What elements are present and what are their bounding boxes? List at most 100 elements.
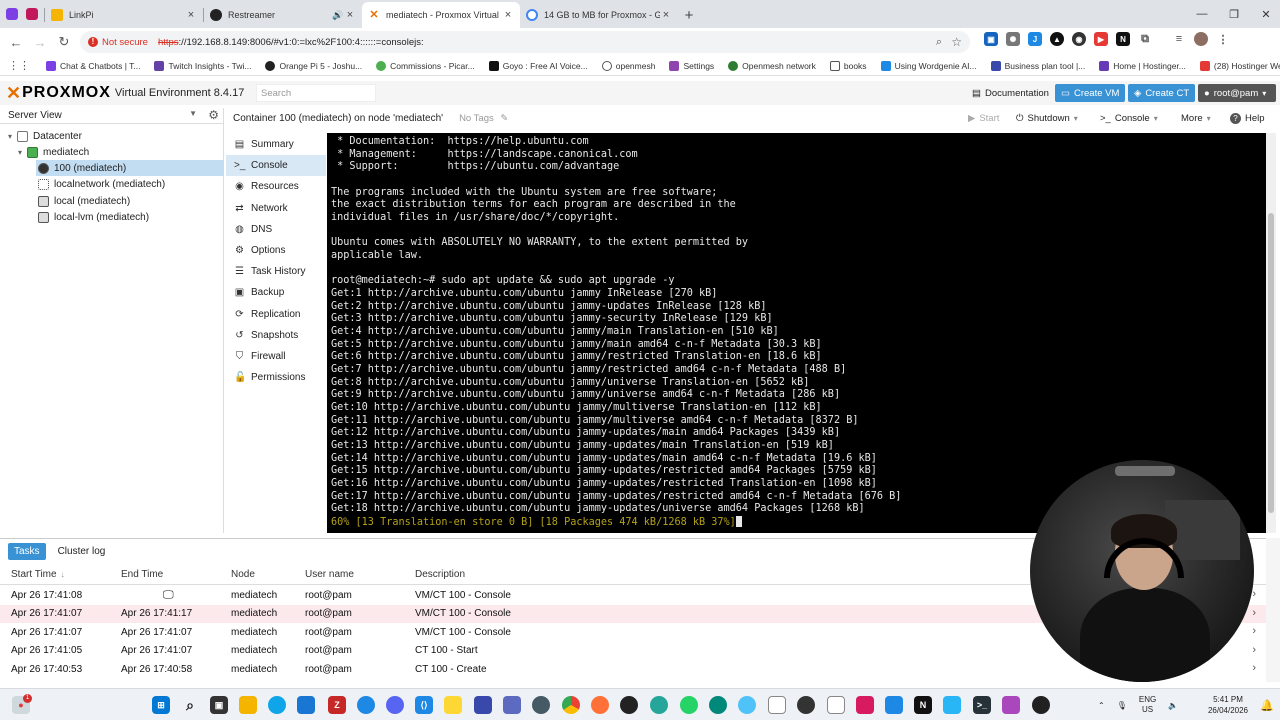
store-icon[interactable] [297, 696, 315, 714]
column-start-time[interactable]: Start Time ↓ [11, 565, 65, 584]
chevron-up-icon[interactable]: ⌃ [1098, 701, 1105, 710]
close-window-icon[interactable]: ✕ [1250, 0, 1280, 28]
terminal-app-icon[interactable]: >_ [973, 696, 991, 714]
help-button[interactable]: ? Help [1230, 110, 1265, 126]
new-tab-button[interactable]: + [678, 2, 700, 28]
bookmark-item[interactable]: Home | Hostinger... [1099, 60, 1186, 71]
extension-icon[interactable] [6, 8, 18, 20]
menu-item-firewall[interactable]: ⛉ Firewall [226, 346, 326, 367]
create-vm-button[interactable]: ▭ Create VM [1055, 84, 1126, 102]
server-view-selector[interactable]: Server View ▼ ⚙ [0, 108, 223, 124]
user-menu-button[interactable]: ● root@pam ▾ [1198, 84, 1276, 102]
app-icon[interactable] [1002, 696, 1020, 714]
browser-tab[interactable]: Restreamer 🔊 × [204, 2, 362, 28]
firefox-icon[interactable] [591, 696, 609, 714]
speaker-icon[interactable]: 🔊 [332, 10, 344, 21]
extension-icon[interactable]: N [1116, 32, 1130, 46]
chevron-right-icon[interactable]: › [1252, 644, 1256, 656]
volume-icon[interactable]: 🔈 [1168, 701, 1178, 710]
clock[interactable]: 5:41 PM 26/04/2026 [1206, 694, 1250, 716]
minimize-icon[interactable]: — [1186, 0, 1218, 28]
puzzle-icon[interactable]: ⧉ [1138, 32, 1152, 46]
close-tab-icon[interactable]: × [660, 9, 672, 21]
back-icon[interactable]: ← [4, 30, 28, 54]
bookmark-item[interactable]: Settings [669, 60, 714, 71]
tasks-scrollbar[interactable] [1266, 538, 1280, 682]
app-icon[interactable] [856, 696, 874, 714]
chevron-right-icon[interactable]: › [1252, 625, 1256, 637]
column-node[interactable]: Node [231, 565, 255, 584]
menu-item-network[interactable]: ⇄ Network [226, 198, 326, 219]
app-icon[interactable] [768, 696, 786, 714]
bookmark-item[interactable]: Orange Pi 5 - Joshu... [265, 60, 362, 71]
tab-cluster-log[interactable]: Cluster log [52, 543, 112, 560]
app-icon[interactable] [1032, 696, 1050, 714]
column-end-time[interactable]: End Time [121, 565, 163, 584]
bookmark-item[interactable]: Openmesh network [728, 60, 816, 71]
whatsapp-icon[interactable] [680, 696, 698, 714]
terminal-scrollbar[interactable] [1266, 133, 1276, 533]
search-input[interactable]: Search [256, 84, 376, 102]
column-description[interactable]: Description [415, 565, 465, 584]
notifications-icon[interactable]: 🔔 [1260, 689, 1274, 720]
tree-node-local[interactable]: local (mediatech) [38, 193, 130, 209]
forward-icon[interactable]: → [28, 30, 52, 54]
bookmark-item[interactable]: Business plan tool |... [990, 60, 1085, 71]
app-icon[interactable] [474, 696, 492, 714]
tab-tasks[interactable]: Tasks [8, 542, 46, 560]
chrome-icon[interactable] [562, 696, 580, 714]
app-icon[interactable] [709, 696, 727, 714]
app-icon[interactable] [885, 696, 903, 714]
search-icon[interactable]: ⌕ [181, 696, 199, 714]
messenger-icon[interactable] [357, 696, 375, 714]
bookmark-item[interactable]: Chat & Chatbots | T... [46, 60, 140, 71]
bookmark-star-icon[interactable]: ☆ [951, 35, 962, 49]
extension-icon[interactable]: ▣ [984, 32, 998, 46]
bookmark-item[interactable]: Commissions - Picar... [376, 60, 475, 71]
browser-tab[interactable]: LinkPi × [45, 2, 203, 28]
menu-item-options[interactable]: ⚙ Options [226, 240, 326, 261]
extension-icon[interactable]: ▲ [1050, 32, 1064, 46]
documentation-button[interactable]: ▤ Documentation [966, 84, 1055, 102]
app-icon[interactable]: N [914, 696, 932, 714]
app-icon[interactable] [503, 696, 521, 714]
bookmark-item[interactable]: openmesh [601, 60, 655, 71]
menu-item-summary[interactable]: ▤ Summary [226, 134, 326, 155]
start-button[interactable]: ▶ Start [968, 110, 999, 126]
menu-item-console[interactable]: >_ Console [226, 155, 326, 177]
chevron-down-icon[interactable]: ▼ [189, 109, 197, 118]
chevron-down-icon[interactable]: ▾ [1207, 114, 1211, 123]
shutdown-button[interactable]: ⏻ Shutdown ▾ [1016, 110, 1078, 126]
app-icon[interactable] [827, 696, 845, 714]
app-icon[interactable] [444, 696, 462, 714]
profile-avatar[interactable] [1194, 32, 1208, 46]
no-tags-label[interactable]: No Tags ✎ [459, 113, 508, 124]
chevron-down-icon[interactable]: ▾ [1074, 114, 1078, 123]
close-tab-icon[interactable]: × [502, 9, 514, 21]
extension-icon[interactable]: ◉ [1072, 32, 1086, 46]
language-indicator[interactable]: ENG US [1139, 695, 1156, 715]
create-ct-button[interactable]: ◈ Create CT [1128, 84, 1196, 102]
menu-item-resources[interactable]: ◉ Resources [226, 176, 326, 197]
tree-node-mediatech[interactable]: ▾ mediatech [18, 144, 89, 160]
gear-icon[interactable]: ⚙ [208, 108, 219, 122]
scrollbar-thumb[interactable] [1268, 213, 1274, 513]
reload-icon[interactable]: ↻ [52, 30, 76, 54]
chevron-right-icon[interactable]: › [1252, 662, 1256, 674]
column-user-name[interactable]: User name [305, 565, 354, 584]
app-icon[interactable] [650, 696, 668, 714]
file-explorer-icon[interactable] [239, 696, 257, 714]
menu-item-backup[interactable]: ▣ Backup [226, 282, 326, 303]
app-icon[interactable] [797, 696, 815, 714]
filezilla-icon[interactable]: Z [328, 696, 346, 714]
menu-icon[interactable]: ⋮ [1216, 32, 1230, 46]
media-icon[interactable]: ≡ [1172, 32, 1186, 46]
start-icon[interactable]: ⊞ [152, 696, 170, 714]
menu-item-task-history[interactable]: ☰ Task History [226, 261, 326, 282]
menu-item-snapshots[interactable]: ↺ Snapshots [226, 325, 326, 346]
edge-icon[interactable] [268, 696, 286, 714]
bookmark-item[interactable]: Using Wordgenie AI... [880, 60, 977, 71]
edit-icon[interactable]: ✎ [500, 113, 508, 124]
browser-tab-active[interactable]: ✕ mediatech - Proxmox Virtual E... × [362, 2, 520, 28]
menu-item-dns[interactable]: ◍ DNS [226, 219, 326, 240]
